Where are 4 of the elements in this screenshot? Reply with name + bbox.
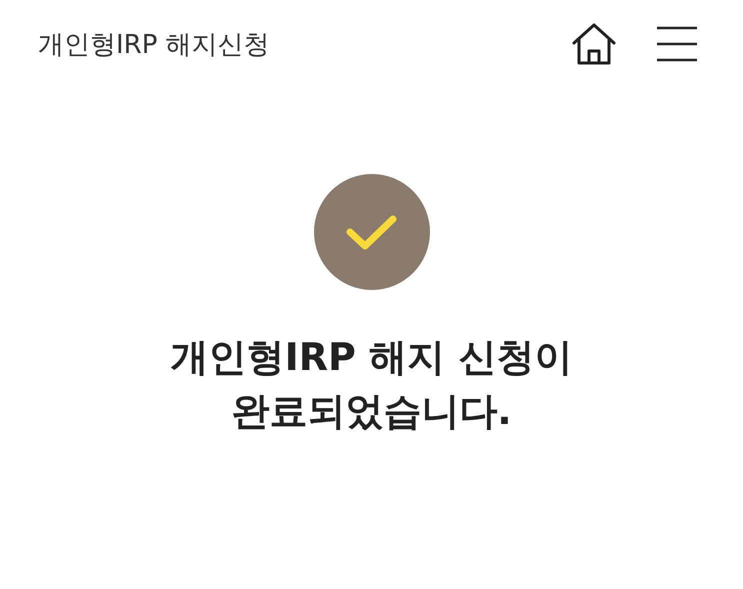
home-icon[interactable]: [571, 22, 617, 66]
menu-icon[interactable]: [657, 26, 697, 62]
completion-message: 개인형IRP 해지 신청이 완료되었습니다.: [170, 334, 572, 435]
page-title: 개인형IRP 해지신청: [38, 28, 270, 62]
